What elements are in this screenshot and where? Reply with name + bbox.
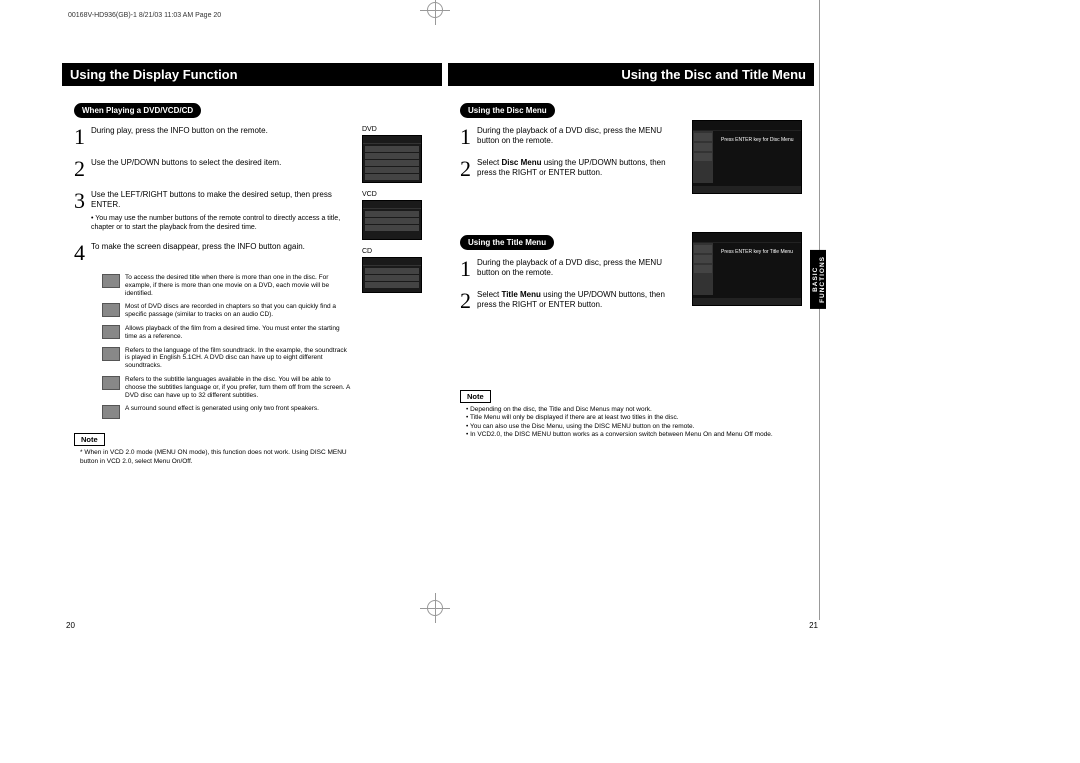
- note-bullet: In VCD2.0, the DISC MENU button works as…: [466, 431, 802, 439]
- picto-desc: Most of DVD discs are recorded in chapte…: [125, 303, 352, 319]
- dvd-info-screenshot: [362, 135, 422, 183]
- title-step-1: 1 During the playback of a DVD disc, pre…: [460, 258, 680, 280]
- sound-icon: [102, 405, 120, 419]
- page-title-left: Using the Display Function: [62, 63, 442, 86]
- page-title-right: Using the Disc and Title Menu: [448, 63, 814, 86]
- step-2: 2 Use the UP/DOWN buttons to select the …: [74, 158, 352, 180]
- page-number-left: 20: [66, 621, 75, 630]
- audio-icon: [102, 347, 120, 361]
- picto-desc: Refers to the language of the film sound…: [125, 347, 352, 370]
- subhead-title-menu: Using the Title Menu: [460, 235, 554, 250]
- step-4: 4 To make the screen disappear, press th…: [74, 242, 352, 264]
- step-text: Use the UP/DOWN buttons to select the de…: [91, 158, 281, 180]
- picto-desc: To access the desired title when there i…: [125, 274, 352, 297]
- print-file-header: 00168V-HD936(GB)-1 8/21/03 11:03 AM Page…: [68, 12, 221, 19]
- step-text: Select Title Menu using the UP/DOWN butt…: [477, 290, 680, 312]
- shot-label-vcd: VCD: [362, 191, 430, 198]
- page-spread: Using the Display Function When Playing …: [62, 55, 822, 595]
- time-icon: [102, 325, 120, 339]
- disc-step-1: 1 During the playback of a DVD disc, pre…: [460, 126, 680, 148]
- title-menu-shot-msg: Press ENTER key for Title Menu: [721, 249, 793, 256]
- step-text: Use the LEFT/RIGHT buttons to make the d…: [91, 190, 352, 232]
- title-menu-block: Using the Title Menu 1 During the playba…: [460, 232, 802, 322]
- step-num: 2: [74, 158, 85, 180]
- step-text: Select Disc Menu using the UP/DOWN butto…: [477, 158, 680, 180]
- title-step-2: 2 Select Title Menu using the UP/DOWN bu…: [460, 290, 680, 312]
- picto-sound: A surround sound effect is generated usi…: [102, 405, 352, 419]
- step-num: 1: [460, 126, 471, 148]
- subtitle-icon: [102, 376, 120, 390]
- picto-desc: Allows playback of the film from a desir…: [125, 325, 352, 341]
- note-box-left: Note: [74, 433, 105, 446]
- disc-menu-shot-msg: Press ENTER key for Disc Menu: [721, 137, 794, 144]
- chapter-icon: [102, 303, 120, 317]
- note-text-right: Depending on the disc, the Title and Dis…: [460, 406, 802, 440]
- vcd-info-screenshot: [362, 200, 422, 240]
- step-1: 1 During play, press the INFO button on …: [74, 126, 352, 148]
- note-box-right: Note: [460, 390, 491, 403]
- note-text-left: * When in VCD 2.0 mode (MENU ON mode), t…: [74, 449, 352, 466]
- step-text: During play, press the INFO button on th…: [91, 126, 268, 148]
- page-number-right: 21: [809, 621, 818, 630]
- picto-audio: Refers to the language of the film sound…: [102, 347, 352, 370]
- page-right: Using the Disc and Title Menu Using the …: [442, 55, 822, 595]
- step-num: 2: [460, 290, 471, 312]
- shot-label-cd: CD: [362, 248, 430, 255]
- picto-desc: Refers to the subtitle languages availab…: [125, 376, 352, 399]
- picto-subtitle: Refers to the subtitle languages availab…: [102, 376, 352, 399]
- step-text: During the playback of a DVD disc, press…: [477, 126, 680, 148]
- disc-step-2: 2 Select Disc Menu using the UP/DOWN but…: [460, 158, 680, 180]
- picto-time: Allows playback of the film from a desir…: [102, 325, 352, 341]
- picto-chapter: Most of DVD discs are recorded in chapte…: [102, 303, 352, 319]
- page-left: Using the Display Function When Playing …: [62, 55, 442, 595]
- disc-menu-block: Using the Disc Menu 1 During the playbac…: [460, 100, 802, 204]
- subhead-playing: When Playing a DVD/VCD/CD: [74, 103, 201, 118]
- note-bullet: You can also use the Disc Menu, using th…: [466, 423, 802, 431]
- step-subtext: • You may use the number buttons of the …: [91, 214, 352, 232]
- cd-info-screenshot: [362, 257, 422, 293]
- shot-label-dvd: DVD: [362, 126, 430, 133]
- note-bullet: Title Menu will only be displayed if the…: [466, 414, 802, 422]
- left-main-column: 1 During play, press the INFO button on …: [74, 126, 352, 466]
- title-menu-screenshot: Press ENTER key for Title Menu: [692, 232, 802, 306]
- subhead-disc-menu: Using the Disc Menu: [460, 103, 555, 118]
- note-bullet: Depending on the disc, the Title and Dis…: [466, 406, 802, 414]
- left-side-column: DVD VCD CD: [362, 126, 430, 466]
- step-num: 4: [74, 242, 85, 264]
- step-text: During the playback of a DVD disc, press…: [477, 258, 680, 280]
- picto-title: To access the desired title when there i…: [102, 274, 352, 297]
- disc-menu-screenshot: Press ENTER key for Disc Menu: [692, 120, 802, 194]
- step-num: 1: [460, 258, 471, 280]
- step-num: 1: [74, 126, 85, 148]
- title-icon: [102, 274, 120, 288]
- picto-list: To access the desired title when there i…: [74, 274, 352, 419]
- side-tab-basic-functions: BASIC FUNCTIONS: [810, 250, 826, 309]
- picto-desc: A surround sound effect is generated usi…: [125, 405, 319, 419]
- crop-mark-top: [420, 0, 450, 25]
- crop-mark-bottom: [420, 593, 450, 623]
- step-num: 2: [460, 158, 471, 180]
- step-3: 3 Use the LEFT/RIGHT buttons to make the…: [74, 190, 352, 232]
- step-num: 3: [74, 190, 85, 232]
- step-text: To make the screen disappear, press the …: [91, 242, 305, 264]
